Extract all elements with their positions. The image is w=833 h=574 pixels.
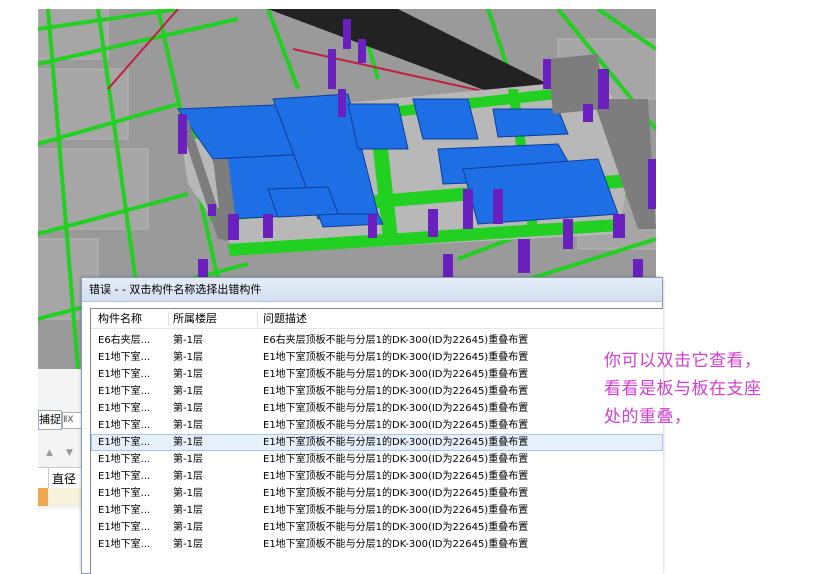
component-name-cell: E1地下室... xyxy=(98,420,151,431)
description-cell: E1地下室顶板不能与分层1的DK-300(ID为22645)重叠布置 xyxy=(263,437,529,448)
error-dialog: 错误 - - 双击构件名称选择出错构件 构件名称 所属楼层 问题描述 E6右夹层… xyxy=(81,277,663,574)
diameter-column-label: 直径 xyxy=(52,472,77,486)
description-cell: E1地下室顶板不能与分层1的DK-300(ID为22645)重叠布置 xyxy=(263,471,529,482)
error-list[interactable]: 构件名称 所属楼层 问题描述 E6右夹层... 第-1层 E6右夹层顶板不能与分层1… xyxy=(90,308,663,574)
description-cell: E1地下室顶板不能与分层1的DK-300(ID为22645)重叠布置 xyxy=(263,539,529,550)
component-name-cell: E1地下室... xyxy=(98,505,151,516)
list-header: 构件名称 所属楼层 问题描述 xyxy=(91,309,663,329)
description-cell: E1地下室顶板不能与分层1的DK-300(ID为22645)重叠布置 xyxy=(263,505,529,516)
floor-cell: 第-1层 xyxy=(173,335,203,346)
annotation-note: 你可以双击它查看， 看看是板与板在支座 处的重叠， xyxy=(604,347,829,431)
description-cell: E1地下室顶板不能与分层1的DK-300(ID为22645)重叠布置 xyxy=(263,522,529,533)
property-panel: 捕捉 ⅡX ▲ ▼ 直径 xyxy=(38,369,84,509)
floor-cell: 第-1层 xyxy=(173,403,203,414)
arrow-down-icon[interactable]: ▼ xyxy=(66,448,73,458)
annotation-line: 你可以双击它查看， xyxy=(604,351,762,371)
list-item[interactable]: E6右夹层... 第-1层 E6右夹层顶板不能与分层1的DK-300(ID为2264… xyxy=(91,332,663,349)
floor-cell: 第-1层 xyxy=(173,352,203,363)
snap-tab[interactable]: 捕捉 xyxy=(38,410,62,430)
description-cell: E1地下室顶板不能与分层1的DK-300(ID为22645)重叠布置 xyxy=(263,369,529,380)
component-name-cell: E1地下室... xyxy=(98,369,151,380)
floor-cell: 第-1层 xyxy=(173,454,203,465)
dialog-title[interactable]: 错误 - - 双击构件名称选择出错构件 xyxy=(82,278,662,302)
list-item[interactable]: E1地下室... 第-1层 E1地下室顶板不能与分层1的DK-300(ID为2264… xyxy=(91,417,663,434)
list-item[interactable]: E1地下室... 第-1层 E1地下室顶板不能与分层1的DK-300(ID为2264… xyxy=(91,468,663,485)
list-rows: E6右夹层... 第-1层 E6右夹层顶板不能与分层1的DK-300(ID为2264… xyxy=(91,332,663,553)
component-name-cell: E1地下室... xyxy=(98,522,151,533)
floor-cell: 第-1层 xyxy=(173,522,203,533)
component-name-cell: E1地下室... xyxy=(98,471,151,482)
list-item[interactable]: E1地下室... 第-1层 E1地下室顶板不能与分层1的DK-300(ID为2264… xyxy=(91,400,663,417)
component-name-cell: E1地下室... xyxy=(98,488,151,499)
floor-cell: 第-1层 xyxy=(173,369,203,380)
list-item[interactable]: E1地下室... 第-1层 E1地下室顶板不能与分层1的DK-300(ID为2264… xyxy=(91,519,663,536)
component-name-cell: E1地下室... xyxy=(98,386,151,397)
description-cell: E1地下室顶板不能与分层1的DK-300(ID为22645)重叠布置 xyxy=(263,488,529,499)
description-cell: E6右夹层顶板不能与分层1的DK-300(ID为22645)重叠布置 xyxy=(263,335,529,346)
column-header-name[interactable]: 构件名称 xyxy=(98,309,142,328)
floor-cell: 第-1层 xyxy=(173,471,203,482)
floor-cell: 第-1层 xyxy=(173,505,203,516)
arrow-up-icon[interactable]: ▲ xyxy=(46,448,53,458)
list-item[interactable]: E1地下室... 第-1层 E1地下室顶板不能与分层1的DK-300(ID为2264… xyxy=(91,366,663,383)
list-item[interactable]: E1地下室... 第-1层 E1地下室顶板不能与分层1的DK-300(ID为2264… xyxy=(91,349,663,366)
component-name-cell: E1地下室... xyxy=(98,539,151,550)
description-cell: E1地下室顶板不能与分层1的DK-300(ID为22645)重叠布置 xyxy=(263,454,529,465)
component-name-cell: E1地下室... xyxy=(98,454,151,465)
annotation-line: 处的重叠， xyxy=(604,407,692,427)
description-cell: E1地下室顶板不能与分层1的DK-300(ID为22645)重叠布置 xyxy=(263,403,529,414)
list-item[interactable]: E1地下室... 第-1层 E1地下室顶板不能与分层1的DK-300(ID为2264… xyxy=(91,536,663,553)
component-name-cell: E1地下室... xyxy=(98,352,151,363)
list-item[interactable]: E1地下室... 第-1层 E1地下室顶板不能与分层1的DK-300(ID为2264… xyxy=(91,434,663,451)
floor-cell: 第-1层 xyxy=(173,386,203,397)
list-item[interactable]: E1地下室... 第-1层 E1地下室顶板不能与分层1的DK-300(ID为2264… xyxy=(91,485,663,502)
component-name-cell: E6右夹层... xyxy=(98,335,151,346)
list-item[interactable]: E1地下室... 第-1层 E1地下室顶板不能与分层1的DK-300(ID为2264… xyxy=(91,451,663,468)
floor-cell: 第-1层 xyxy=(173,539,203,550)
description-cell: E1地下室顶板不能与分层1的DK-300(ID为22645)重叠布置 xyxy=(263,420,529,431)
panel-table-row[interactable] xyxy=(38,488,84,506)
list-item[interactable]: E1地下室... 第-1层 E1地下室顶板不能与分层1的DK-300(ID为2264… xyxy=(91,383,663,400)
panel-table-header: 直径 xyxy=(38,467,84,489)
floor-cell: 第-1层 xyxy=(173,488,203,499)
list-item[interactable]: E1地下室... 第-1层 E1地下室顶板不能与分层1的DK-300(ID为2264… xyxy=(91,502,663,519)
floor-cell: 第-1层 xyxy=(173,437,203,448)
description-cell: E1地下室顶板不能与分层1的DK-300(ID为22645)重叠布置 xyxy=(263,386,529,397)
description-cell: E1地下室顶板不能与分层1的DK-300(ID为22645)重叠布置 xyxy=(263,352,529,363)
column-header-description[interactable]: 问题描述 xyxy=(263,309,307,328)
column-header-floor[interactable]: 所属楼层 xyxy=(173,309,217,328)
component-name-cell: E1地下室... xyxy=(98,437,151,448)
floor-cell: 第-1层 xyxy=(173,420,203,431)
component-name-cell: E1地下室... xyxy=(98,403,151,414)
annotation-line: 看看是板与板在支座 xyxy=(604,379,762,399)
